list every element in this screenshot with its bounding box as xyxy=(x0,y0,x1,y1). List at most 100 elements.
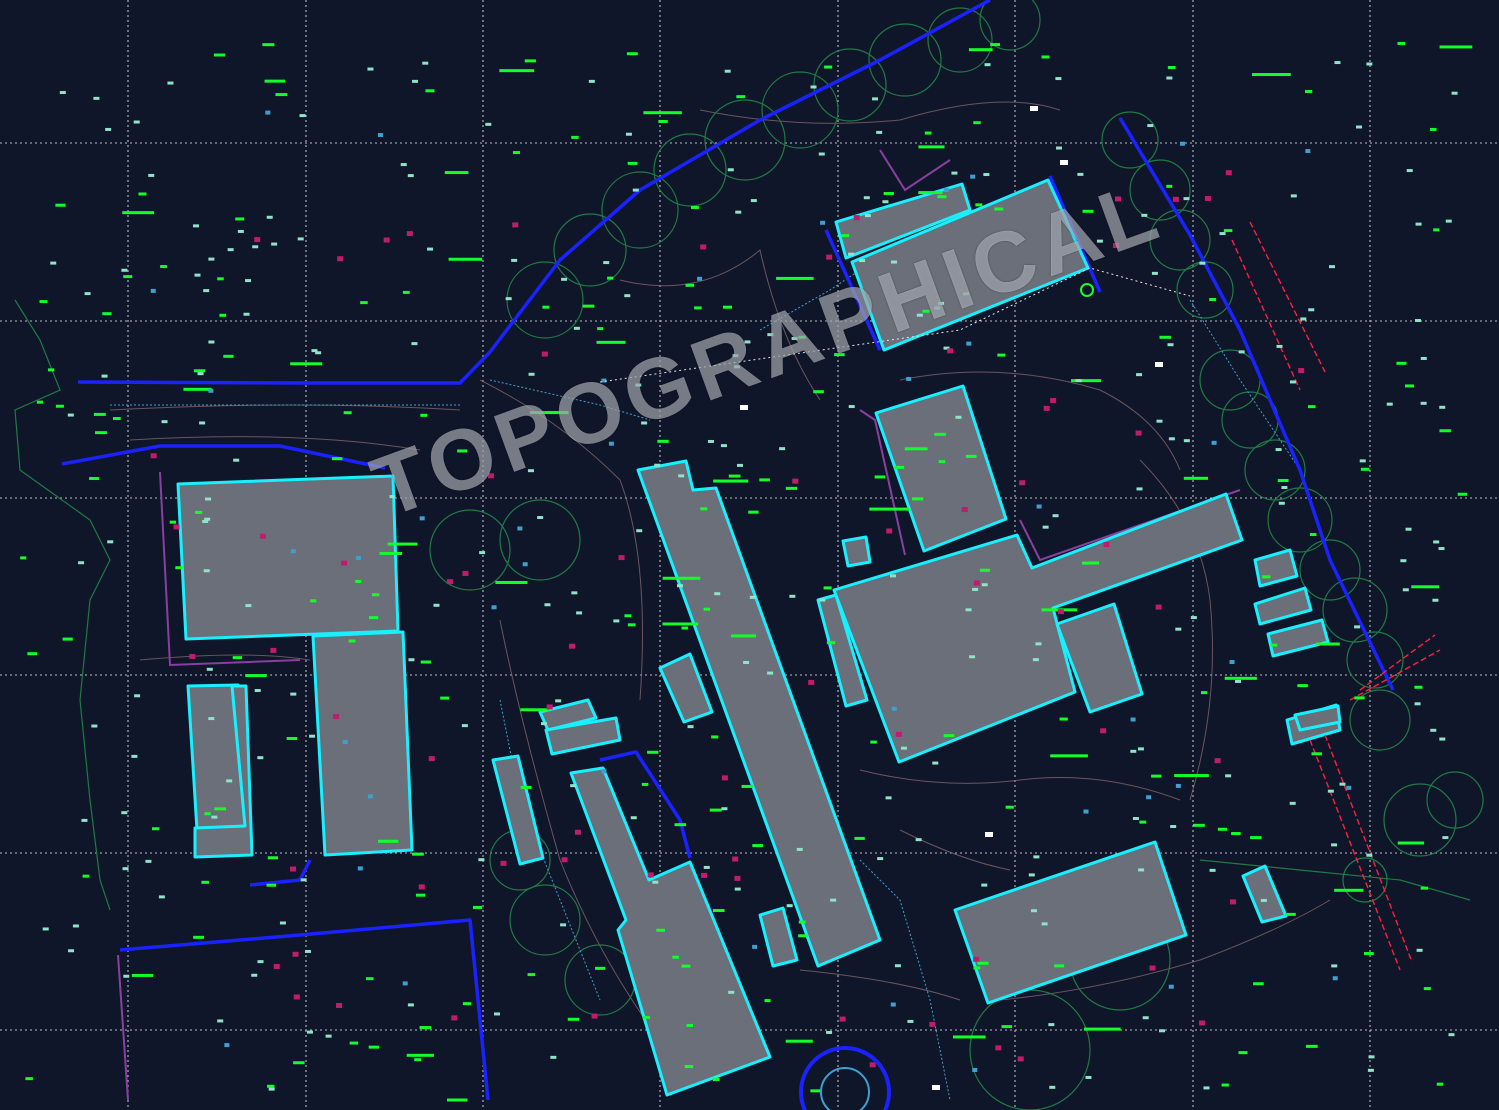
level-tag-icon xyxy=(785,1039,813,1043)
utility-marker-icon xyxy=(377,133,383,138)
spot-height-icon xyxy=(237,229,244,233)
level-tag-icon xyxy=(657,439,669,443)
spot-height-icon xyxy=(1416,948,1423,952)
level-tag-icon xyxy=(1167,66,1176,70)
level-tag-icon xyxy=(874,475,886,479)
survey-station-icon xyxy=(500,860,507,866)
spot-height-icon xyxy=(290,692,297,696)
spot-height-icon xyxy=(257,756,264,760)
level-tag-icon xyxy=(1238,1051,1248,1055)
spot-height-icon xyxy=(984,63,991,67)
level-tag-icon xyxy=(1316,642,1340,646)
spot-height-icon xyxy=(208,257,215,261)
level-tag-icon xyxy=(39,300,48,304)
level-tag-icon xyxy=(1252,73,1291,77)
utility-marker-icon xyxy=(1229,660,1235,665)
level-tag-icon xyxy=(1305,89,1313,93)
spot-height-icon xyxy=(676,584,683,588)
survey-station-icon xyxy=(1298,367,1305,373)
spot-height-icon xyxy=(1219,232,1226,236)
spot-height-icon xyxy=(226,779,233,783)
spot-height-icon xyxy=(810,85,817,89)
survey-station-icon xyxy=(1050,397,1057,403)
spot-height-icon xyxy=(1190,616,1197,620)
level-tag-icon xyxy=(193,935,204,939)
spot-height-icon xyxy=(1308,308,1315,312)
spot-height-icon xyxy=(1329,265,1336,269)
survey-station-icon xyxy=(1229,899,1236,905)
survey-station-icon xyxy=(1214,758,1221,764)
spot-height-icon xyxy=(1356,125,1363,129)
level-tag-icon xyxy=(1159,335,1171,339)
spot-height-icon xyxy=(951,171,958,175)
spot-height-icon xyxy=(1136,373,1143,377)
utility-marker-icon xyxy=(150,288,156,293)
level-tag-icon xyxy=(290,362,323,366)
spot-height-icon xyxy=(121,268,128,272)
level-tag-icon xyxy=(658,119,668,123)
level-tag-icon xyxy=(495,580,528,584)
level-tag-icon xyxy=(112,417,121,421)
survey-station-icon xyxy=(792,478,799,484)
spot-height-icon xyxy=(300,878,307,882)
spot-height-icon xyxy=(68,949,75,953)
level-tag-icon xyxy=(776,276,814,280)
level-tag-icon xyxy=(406,1053,434,1057)
spot-height-icon xyxy=(767,671,774,675)
spot-height-icon xyxy=(528,372,535,376)
spot-height-icon xyxy=(245,279,252,283)
level-tag-icon xyxy=(741,784,754,788)
survey-station-icon xyxy=(734,875,741,881)
spot-height-icon xyxy=(632,188,639,192)
spot-height-icon xyxy=(325,1034,332,1038)
survey-station-icon xyxy=(947,348,954,354)
spot-height-icon xyxy=(279,921,286,925)
level-tag-icon xyxy=(235,217,245,221)
spot-height-icon xyxy=(1130,749,1137,753)
utility-marker-icon xyxy=(1305,149,1311,154)
survey-station-icon xyxy=(1100,728,1107,734)
spot-height-icon xyxy=(1334,61,1341,65)
utility-marker-icon xyxy=(290,549,296,554)
survey-station-icon xyxy=(618,555,625,561)
spot-height-icon xyxy=(412,79,419,83)
level-tag-icon xyxy=(1414,685,1423,689)
level-tag-icon xyxy=(213,53,226,57)
level-tag-icon xyxy=(627,623,636,627)
spot-height-icon xyxy=(791,336,798,340)
level-tag-icon xyxy=(694,306,702,310)
survey-station-icon xyxy=(293,994,300,1000)
level-tag-icon xyxy=(712,909,725,913)
spot-height-icon xyxy=(243,312,250,316)
survey-station-icon xyxy=(1135,430,1142,436)
level-tag-icon xyxy=(348,639,356,643)
level-tag-icon xyxy=(711,735,719,739)
level-tag-icon xyxy=(360,301,368,305)
level-tag-icon xyxy=(195,510,203,514)
level-tag-icon xyxy=(219,313,227,317)
spot-height-icon xyxy=(625,132,632,136)
spot-height-icon xyxy=(550,1055,557,1059)
level-tag-icon xyxy=(977,961,989,965)
spot-height-icon xyxy=(1168,437,1175,441)
spot-height-icon xyxy=(1331,843,1338,847)
spot-height-icon xyxy=(573,326,580,330)
spot-height-icon xyxy=(560,923,567,927)
spot-height-icon xyxy=(555,699,562,703)
survey-station-icon xyxy=(1060,160,1068,165)
level-tag-icon xyxy=(371,593,380,597)
utility-marker-icon xyxy=(943,188,949,193)
survey-station-icon xyxy=(541,351,548,357)
level-tag-icon xyxy=(27,652,38,656)
survey-station-icon xyxy=(487,473,494,479)
survey-station-icon xyxy=(929,1021,936,1027)
topographic-survey-map[interactable] xyxy=(0,0,1499,1110)
spot-height-icon xyxy=(254,689,261,693)
spot-height-icon xyxy=(890,260,897,264)
spot-height-icon xyxy=(1170,825,1177,829)
spot-height-icon xyxy=(707,439,714,443)
level-tag-icon xyxy=(997,353,1006,357)
level-tag-icon xyxy=(349,1041,359,1045)
level-tag-icon xyxy=(685,283,695,287)
spot-height-icon xyxy=(527,469,534,473)
